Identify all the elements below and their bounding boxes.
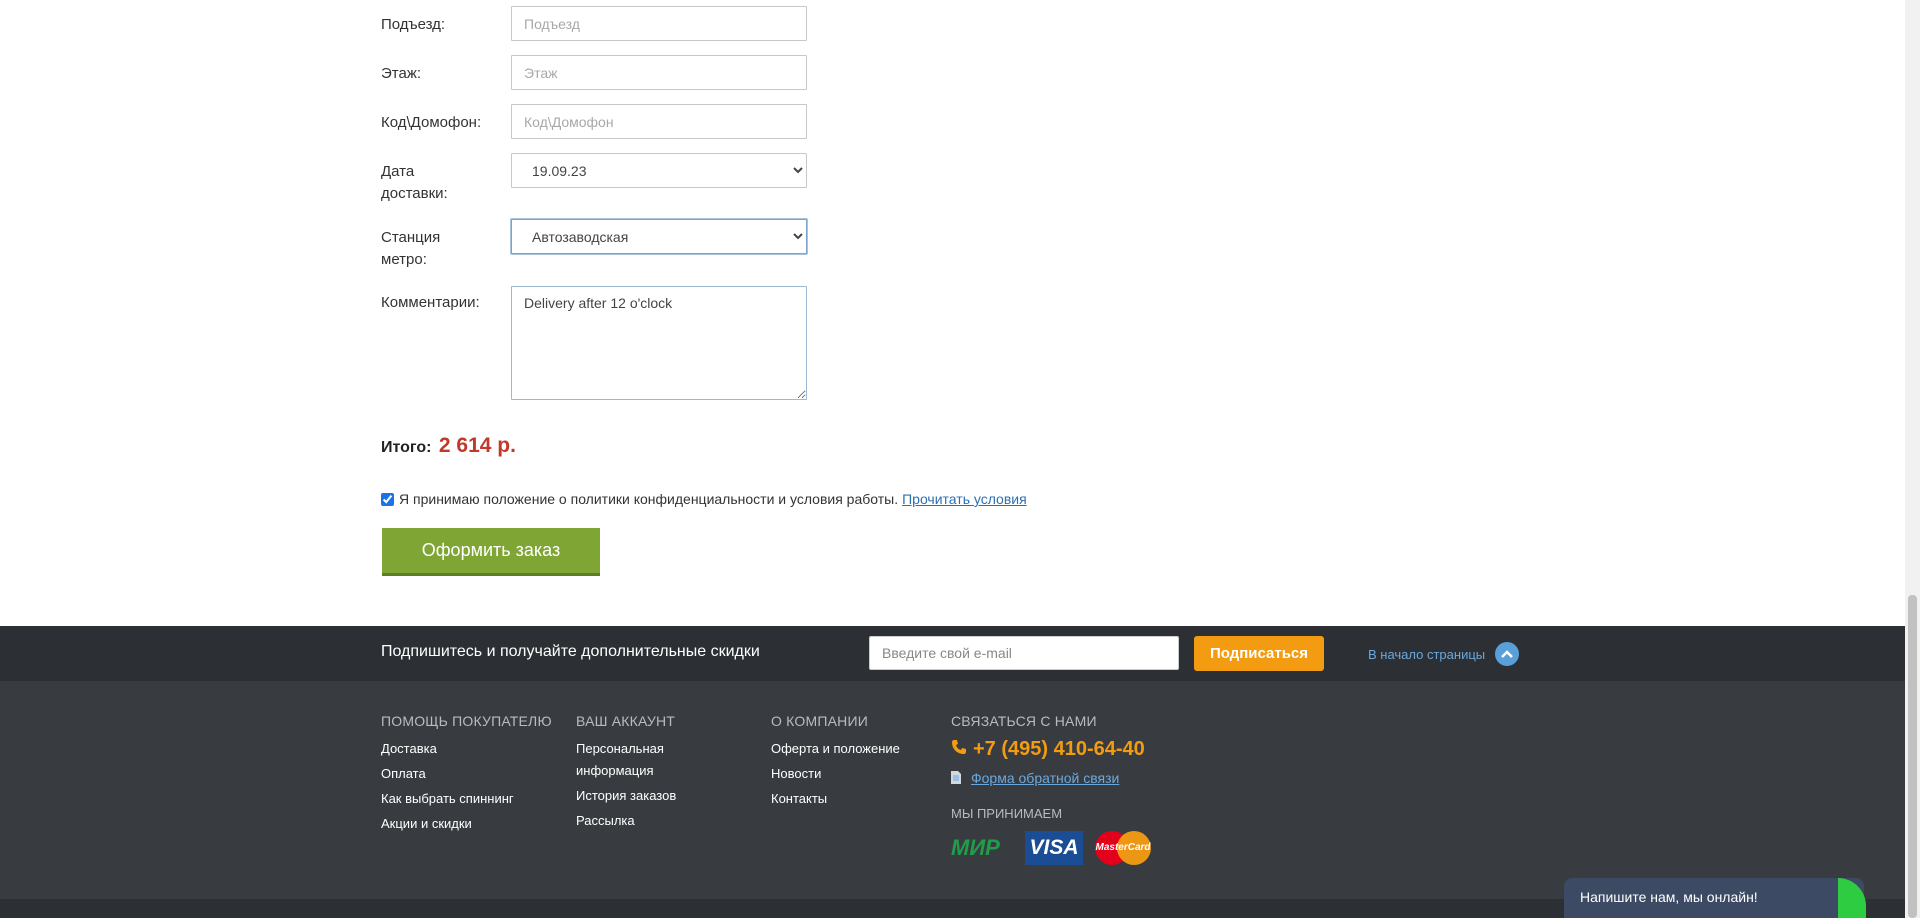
metro-label: Станция метро: xyxy=(381,229,441,268)
footer-company-column: О КОМПАНИИ Оферта и положение Новости Ко… xyxy=(771,713,900,813)
footer-account-title: ВАШ АККАУНТ xyxy=(576,713,676,729)
delivery-date-select[interactable]: 19.09.23 xyxy=(511,153,807,188)
payment-methods: МИР VISA MasterCard xyxy=(951,831,1151,865)
footer-link-payment[interactable]: Оплата xyxy=(381,763,552,785)
footer-link-choose-spinning[interactable]: Как выбрать спиннинг xyxy=(381,788,552,810)
footer-link-delivery[interactable]: Доставка xyxy=(381,738,552,760)
comments-textarea[interactable]: Delivery after 12 o'clock xyxy=(511,286,807,400)
delivery-date-label: Дата доставки: xyxy=(381,163,448,202)
footer-link-news[interactable]: Новости xyxy=(771,763,900,785)
contact-phone[interactable]: +7 (495) 410-64-40 xyxy=(951,738,1151,761)
phone-icon xyxy=(951,738,967,761)
footer-help-column: ПОМОЩЬ ПОКУПАТЕЛЮ Доставка Оплата Как вы… xyxy=(381,713,552,838)
total-label: Итого: xyxy=(381,439,432,456)
subscribe-button[interactable]: Подписаться xyxy=(1194,636,1324,671)
agreement-checkbox[interactable] xyxy=(381,492,394,506)
we-accept-label: МЫ ПРИНИМАЕМ xyxy=(951,806,1063,821)
email-input[interactable] xyxy=(869,636,1179,670)
back-to-top-link[interactable]: В начало страницы xyxy=(1368,642,1520,666)
feedback-form: Форма обратной связи xyxy=(951,767,1151,792)
mir-logo: МИР xyxy=(951,835,1000,860)
footer-link-newsletter[interactable]: Рассылка xyxy=(576,810,696,832)
scrollbar-thumb[interactable] xyxy=(1908,595,1917,918)
visa-logo: VISA xyxy=(1025,831,1083,865)
footer-link-personal-info[interactable]: Персональная информация xyxy=(576,738,696,782)
metro-select[interactable]: Автозаводская xyxy=(511,219,807,254)
chat-widget[interactable]: Напишите нам, мы онлайн! xyxy=(1564,878,1864,918)
chevron-up-icon[interactable] xyxy=(1495,642,1520,666)
mastercard-label: MasterCard xyxy=(1095,842,1151,853)
footer-help-title: ПОМОЩЬ ПОКУПАТЕЛЮ xyxy=(381,713,552,729)
footer-contact-title: СВЯЗАТЬСЯ С НАМИ xyxy=(951,713,1097,729)
floor-input[interactable] xyxy=(511,55,807,90)
mastercard-logo: MasterCard xyxy=(1095,831,1151,865)
agreement: Я принимаю положение о политики конфиден… xyxy=(381,491,1027,507)
subscribe-text: Подпишитесь и получайте дополнительные с… xyxy=(381,643,760,660)
chat-widget-label: Напишите нам, мы онлайн! xyxy=(1580,889,1758,905)
order-total: Итого: 2 614 р. xyxy=(381,434,516,458)
footer-contact-column: СВЯЗАТЬСЯ С НАМИ +7 (495) 410-64-40 Форм… xyxy=(951,713,1151,865)
site-footer: ПОМОЩЬ ПОКУПАТЕЛЮ Доставка Оплата Как вы… xyxy=(0,681,1905,899)
intercom-input[interactable] xyxy=(511,104,807,139)
footer-account-column: ВАШ АККАУНТ Персональная информация Исто… xyxy=(576,713,696,835)
footer-link-order-history[interactable]: История заказов xyxy=(576,785,696,807)
read-terms-link[interactable]: Прочитать условия xyxy=(902,491,1027,507)
footer-link-offer[interactable]: Оферта и положение xyxy=(771,738,900,760)
back-to-top-label: В начало страницы xyxy=(1368,646,1486,662)
intercom-label: Код\Домофон: xyxy=(381,114,482,131)
footer-company-title: О КОМПАНИИ xyxy=(771,713,868,729)
floor-label: Этаж: xyxy=(381,65,422,82)
feedback-form-link[interactable]: Форма обратной связи xyxy=(971,767,1119,789)
footer-link-promotions[interactable]: Акции и скидки xyxy=(381,813,552,835)
comments-label: Комментарии: xyxy=(381,294,480,311)
agreement-text: Я принимаю положение о политики конфиден… xyxy=(399,491,899,507)
total-amount: 2 614 р. xyxy=(438,434,516,457)
page-scrollbar[interactable] xyxy=(1905,0,1920,918)
subscribe-bar: Подпишитесь и получайте дополнительные с… xyxy=(0,626,1905,681)
place-order-button[interactable]: Оформить заказ xyxy=(382,528,600,576)
document-icon xyxy=(951,770,961,789)
footer-link-contacts[interactable]: Контакты xyxy=(771,788,900,810)
phone-number: +7 (495) 410-64-40 xyxy=(973,738,1145,760)
entrance-input[interactable] xyxy=(511,6,807,41)
entrance-label: Подъезд: xyxy=(381,16,446,33)
